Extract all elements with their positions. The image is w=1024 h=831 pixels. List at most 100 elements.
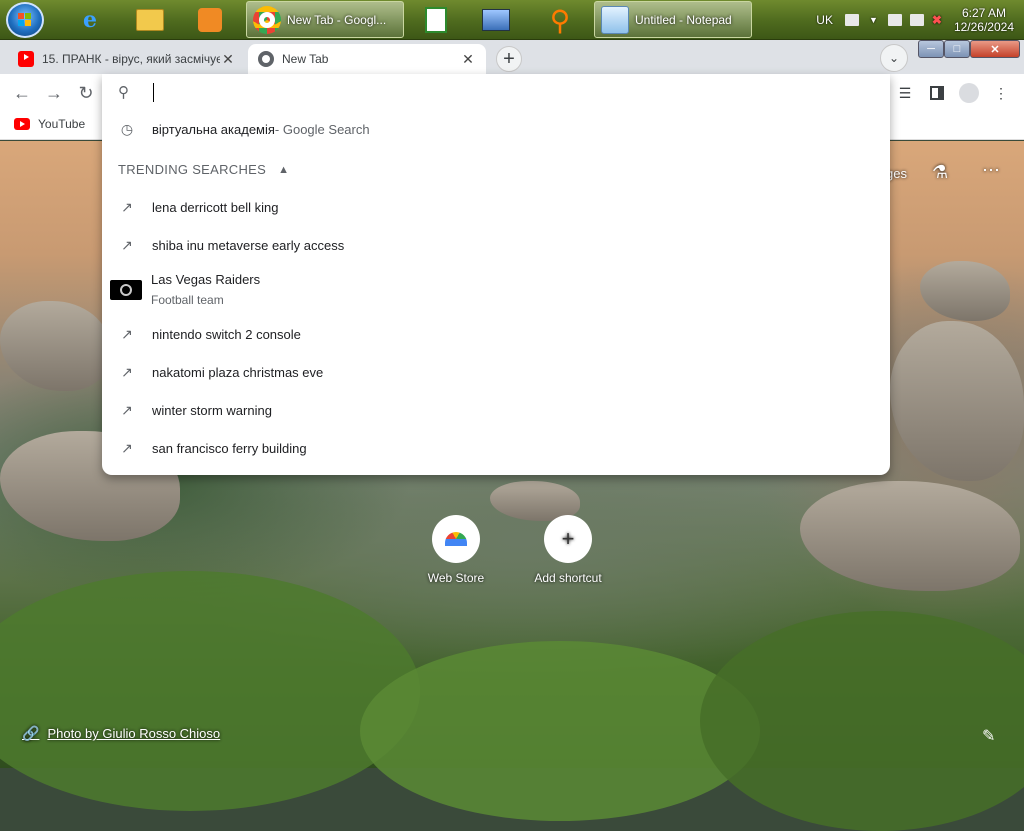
trending-icon: ↗ <box>121 401 133 418</box>
rock <box>0 301 110 391</box>
tray-expand-icon[interactable]: ▼ <box>869 15 878 25</box>
vegetation <box>700 611 1024 831</box>
tab-title: New Tab <box>282 52 329 66</box>
tab-search-button[interactable]: ⌄ <box>880 44 908 72</box>
vegetation <box>0 571 420 811</box>
tab-new-tab[interactable]: New Tab ✕ <box>248 44 486 74</box>
trending-icon: ↗ <box>121 198 133 215</box>
maximize-button[interactable]: □ <box>944 40 970 58</box>
suggestion-history[interactable]: ◷ віртуальна академія - Google Search <box>102 110 890 148</box>
shortcut-label: Web Store <box>427 571 485 585</box>
photo-credit-link[interactable]: 🔗 Photo by Giulio Rosso Chioso <box>22 725 220 742</box>
internet-explorer-icon[interactable]: e <box>70 3 110 37</box>
close-tab-icon[interactable]: ✕ <box>220 51 236 68</box>
taskbar-chrome-label: New Tab - Googl... <box>287 12 387 27</box>
chrome-favicon-icon <box>258 51 274 67</box>
suggestion-trending[interactable]: ↗ san francisco ferry building <box>102 429 890 467</box>
search-magnifier-icon[interactable]: ⚲ <box>540 3 580 37</box>
suggestion-entity[interactable]: Las Vegas Raiders Football team <box>102 266 890 314</box>
photo-credit-text: Photo by Giulio Rosso Chioso <box>47 726 221 741</box>
suggestion-text: winter storm warning <box>152 402 272 418</box>
suggestion-trending[interactable]: ↗ nintendo switch 2 console <box>102 315 890 353</box>
trending-header[interactable]: TRENDING SEARCHES ▲ <box>118 162 289 177</box>
plus-icon: + <box>544 515 592 563</box>
rock <box>800 481 1020 591</box>
notepad-icon <box>601 5 629 34</box>
forward-icon[interactable]: → <box>42 82 66 104</box>
language-indicator[interactable]: UK <box>816 13 833 27</box>
trending-icon: ↗ <box>121 236 133 253</box>
trending-label: TRENDING SEARCHES <box>118 162 267 177</box>
chevron-down-icon: ⌄ <box>888 51 900 65</box>
text-caret <box>153 83 154 102</box>
trending-icon: ↗ <box>121 325 133 342</box>
suggestion-suffix: - Google Search <box>274 121 370 137</box>
network-icon[interactable] <box>887 14 902 26</box>
omnibox-dropdown: ⚲ ◷ віртуальна академія - Google Search … <box>102 74 890 475</box>
bookmark-youtube[interactable]: YouTube <box>14 117 85 131</box>
taskbar-notepad-button[interactable]: Untitled - Notepad <box>594 1 752 38</box>
suggestion-text: shiba inu metaverse early access <box>152 237 345 253</box>
rock <box>920 261 1010 321</box>
close-window-button[interactable]: ✕ <box>970 40 1020 58</box>
rock <box>890 321 1024 481</box>
bookmark-label: YouTube <box>38 117 86 131</box>
customize-pencil-icon[interactable]: ✎ <box>982 726 995 746</box>
start-button[interactable] <box>6 2 44 38</box>
history-clock-icon: ◷ <box>120 120 134 137</box>
system-tray: UK ▼ ✖ 6:27 AM 12/26/2024 <box>816 0 1024 40</box>
trending-icon: ↗ <box>121 439 133 456</box>
suggestion-text: lena derricott bell king <box>152 199 279 215</box>
omnibox-input[interactable] <box>152 83 852 105</box>
clock-time: 6:27 AM <box>961 6 1006 20</box>
taskbar-notepad-label: Untitled - Notepad <box>635 12 732 27</box>
close-tab-icon[interactable]: ✕ <box>460 51 476 68</box>
search-icon: ⚲ <box>118 84 129 101</box>
entity-subtitle: Football team <box>151 293 224 307</box>
tab-title: 15. ПРАНК - вірус, який засмічує <box>42 52 220 66</box>
suggestion-text: nakatomi plaza christmas eve <box>152 364 324 380</box>
entity-title: Las Vegas Raiders <box>151 272 261 287</box>
shortcut-web-store[interactable]: Web Store <box>408 515 504 585</box>
suggestion-text: san francisco ferry building <box>152 440 307 456</box>
link-icon: 🔗 <box>22 725 40 741</box>
youtube-favicon-icon <box>18 51 34 67</box>
network-computer-icon[interactable] <box>476 3 516 37</box>
clock-date: 12/26/2024 <box>953 20 1014 34</box>
clock[interactable]: 6:27 AM 12/26/2024 <box>954 6 1014 34</box>
chevron-up-icon: ▲ <box>278 163 290 176</box>
trending-icon: ↗ <box>121 363 133 380</box>
apps-grid-icon[interactable]: ⋯ <box>982 160 1000 181</box>
profile-avatar-icon[interactable] <box>958 82 980 104</box>
suggestion-trending[interactable]: ↗ shiba inu metaverse early access <box>102 226 890 264</box>
media-control-icon[interactable]: ☰ <box>894 82 916 104</box>
volume-muted-icon[interactable]: ✖ <box>932 13 942 27</box>
tab-youtube[interactable]: 15. ПРАНК - вірус, який засмічує ✕ <box>8 44 246 74</box>
menu-kebab-icon[interactable]: ⋮ <box>990 82 1012 104</box>
file-explorer-icon[interactable] <box>130 3 170 37</box>
suggestion-trending[interactable]: ↗ winter storm warning <box>102 391 890 429</box>
suggestion-trending[interactable]: ↗ lena derricott bell king <box>102 188 890 226</box>
suggestion-trending[interactable]: ↗ nakatomi plaza christmas eve <box>102 353 890 391</box>
windows-logo-icon <box>18 13 32 27</box>
reload-icon[interactable]: ↻ <box>74 82 98 104</box>
action-center-flag-icon[interactable] <box>909 14 924 26</box>
keyboard-icon[interactable] <box>844 14 859 26</box>
raiders-logo-icon <box>110 280 142 300</box>
windows-taskbar: e New Tab - Googl... ⚲ Untitled - Notepa… <box>0 0 1024 40</box>
media-player-icon[interactable] <box>190 3 230 37</box>
taskbar-chrome-button[interactable]: New Tab - Googl... <box>246 1 404 38</box>
youtube-icon <box>14 118 30 130</box>
plus-icon: + <box>503 47 515 70</box>
web-store-icon <box>432 515 480 563</box>
new-tab-button[interactable]: + <box>496 46 522 72</box>
back-icon[interactable]: ← <box>10 82 34 104</box>
shortcut-add[interactable]: + Add shortcut <box>520 515 616 585</box>
minimize-button[interactable]: ─ <box>918 40 944 58</box>
task-manager-icon[interactable] <box>416 3 456 37</box>
shortcut-label: Add shortcut <box>534 571 602 585</box>
chrome-icon <box>253 5 281 34</box>
side-panel-icon[interactable] <box>926 82 948 104</box>
labs-flask-icon[interactable]: ⚗ <box>932 162 948 183</box>
suggestion-text: nintendo switch 2 console <box>152 326 301 342</box>
